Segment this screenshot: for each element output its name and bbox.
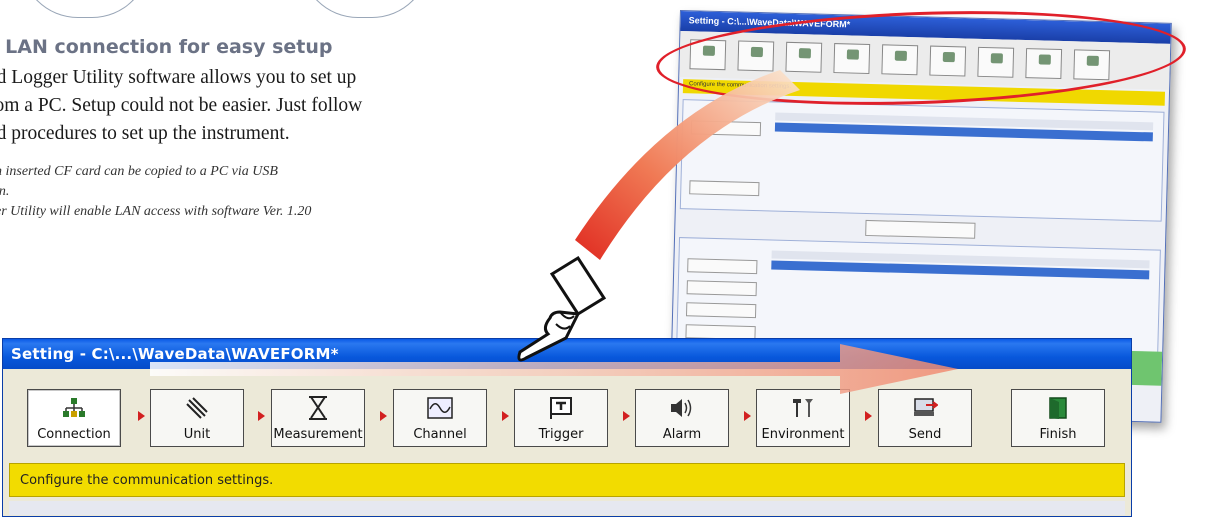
send-icon — [912, 396, 938, 420]
step-label: Unit — [183, 427, 211, 442]
decorative-arc-left — [20, 0, 150, 18]
decorative-arc-right — [300, 0, 430, 18]
step-arrow — [258, 411, 265, 421]
trigger-icon — [548, 396, 574, 420]
footnotes: an inserted CF card can be copied to a P… — [0, 162, 540, 222]
alarm-button[interactable]: Alarm — [635, 389, 729, 447]
content-strip — [9, 501, 1125, 515]
measurement-button[interactable]: Measurement — [271, 389, 365, 447]
step-label: Finish — [1039, 427, 1077, 442]
status-bar: Configure the communication settings. — [9, 463, 1125, 497]
step-arrow — [744, 411, 751, 421]
channel-button[interactable]: Channel — [393, 389, 487, 447]
body-text: ed Logger Utility software allows you to… — [0, 64, 540, 148]
connection-button[interactable]: Connection — [27, 389, 121, 447]
step-label: Measurement — [273, 427, 363, 442]
headline: l LAN connection for easy setup — [0, 36, 333, 58]
tools-icon — [790, 396, 816, 420]
step-label: Send — [908, 427, 942, 442]
body-line: rom a PC. Setup could not be easier. Jus… — [0, 95, 363, 116]
send-button[interactable]: Send — [878, 389, 972, 447]
hourglass-icon — [305, 396, 331, 420]
wizard-toolbar: Connection Unit Measurement Channel Trig… — [3, 389, 1131, 447]
body-line: ed Logger Utility software allows you to… — [0, 67, 357, 88]
step-arrow — [138, 411, 145, 421]
small-middle-button[interactable] — [865, 219, 976, 239]
step-arrow — [380, 411, 387, 421]
footnote-line: ion. — [0, 184, 10, 199]
step-arrow — [502, 411, 509, 421]
body-line: ed procedures to set up the instrument. — [0, 123, 290, 144]
step-arrow — [865, 411, 872, 421]
step-label: Alarm — [662, 427, 702, 442]
network-icon — [61, 396, 87, 420]
pointing-hand-icon — [517, 255, 607, 362]
step-label: Environment — [761, 427, 845, 442]
finish-button[interactable]: Finish — [1011, 389, 1105, 447]
speaker-icon — [669, 396, 695, 420]
unit-button[interactable]: Unit — [150, 389, 244, 447]
unit-icon — [184, 396, 210, 420]
footnote-line: an inserted CF card can be copied to a P… — [0, 164, 278, 179]
trigger-button[interactable]: Trigger — [514, 389, 608, 447]
step-label: Trigger — [538, 427, 584, 442]
waveform-icon — [427, 396, 453, 420]
step-label: Channel — [413, 427, 467, 442]
step-arrow — [623, 411, 630, 421]
environment-button[interactable]: Environment — [756, 389, 850, 447]
step-label: Connection — [37, 427, 111, 442]
footnote-line: ger Utility will enable LAN access with … — [0, 204, 312, 219]
brochure-text: l LAN connection for easy setup ed Logge… — [0, 36, 540, 222]
exit-door-icon — [1045, 396, 1071, 420]
